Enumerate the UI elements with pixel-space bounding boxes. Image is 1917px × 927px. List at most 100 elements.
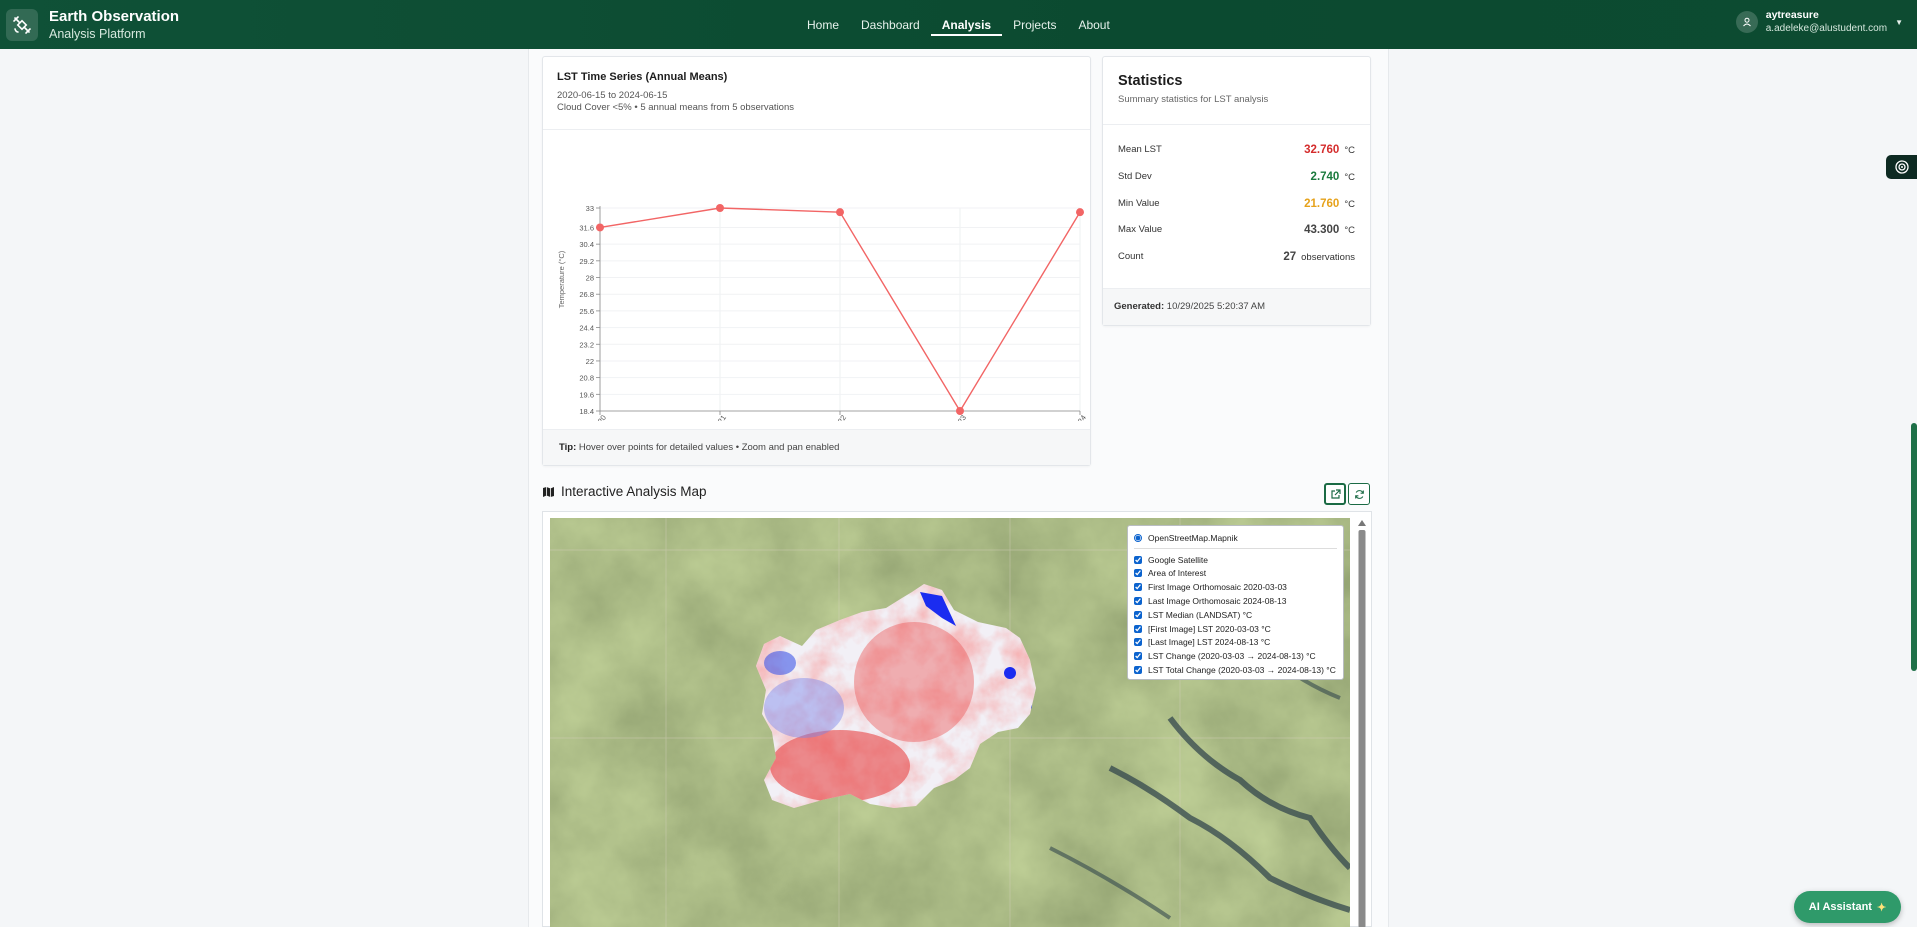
chart-tip: Tip: Hover over points for detailed valu… — [543, 429, 1090, 465]
base-layer-option[interactable]: OpenStreetMap.Mapnik — [1134, 531, 1337, 545]
nav-home[interactable]: Home — [796, 0, 850, 49]
brand-title: Earth Observation — [49, 7, 180, 25]
y-tick-label: 26.8 — [579, 290, 594, 299]
layer-label: Area of Interest — [1148, 568, 1207, 579]
brand-subtitle: Analysis Platform — [49, 26, 146, 41]
y-tick-label: 20.8 — [579, 374, 594, 383]
overlay-option[interactable]: LST Change (2020-03-03 → 2024-08-13) °C — [1134, 649, 1337, 663]
refresh-map-button[interactable] — [1348, 483, 1370, 505]
stat-value: 21.760 — [1304, 198, 1340, 210]
satellite-icon — [6, 8, 38, 41]
stat-mean: Mean LST 32.760 °C — [1118, 141, 1355, 157]
stat-label: Max Value — [1118, 223, 1163, 235]
lst-line-chart[interactable]: 33 31.6 30.4 29.2 28 26.8 25.6 24.4 23.2 22 20.8 19… — [543, 131, 1092, 421]
nav-about[interactable]: About — [1067, 0, 1120, 49]
overlay-checkbox[interactable] — [1134, 666, 1142, 675]
y-tick-label: 22 — [586, 357, 594, 366]
stat-unit: °C — [1344, 199, 1355, 210]
overlay-checkbox[interactable] — [1134, 583, 1142, 592]
user-email: a.adeleke@alustudent.com — [1765, 23, 1888, 34]
external-link-icon — [1330, 488, 1341, 499]
user-icon — [1735, 11, 1758, 33]
map-scrollbar[interactable] — [1357, 518, 1367, 927]
stat-value: 2.740 — [1310, 171, 1340, 183]
overlay-checkbox[interactable] — [1134, 638, 1142, 647]
nav-analysis[interactable]: Analysis — [930, 0, 1003, 49]
ai-assistant-button[interactable]: AI Assistant ✦ — [1794, 891, 1901, 923]
stat-value: 43.300 — [1304, 224, 1340, 236]
open-external-button[interactable] — [1324, 483, 1346, 505]
stat-label: Std Dev — [1118, 170, 1152, 182]
map-header: Interactive Analysis Map — [542, 484, 707, 499]
map-icon — [543, 486, 554, 497]
overlay-checkbox[interactable] — [1134, 569, 1142, 578]
overlay-checkbox[interactable] — [1134, 597, 1142, 606]
target-icon — [1894, 160, 1909, 174]
data-point — [1076, 208, 1084, 217]
layer-label: LST Change (2020-03-03 → 2024-08-13) °C — [1148, 651, 1316, 662]
overlay-option[interactable]: LST Median (LANDSAT) °C — [1134, 608, 1337, 622]
chevron-down-icon: ▼ — [1895, 17, 1903, 27]
stats-title: Statistics — [1118, 73, 1183, 89]
lst-chart-card: LST Time Series (Annual Means) 2020-06-1… — [542, 56, 1091, 466]
y-tick-label: 23.2 — [579, 340, 594, 349]
nav-dashboard[interactable]: Dashboard — [850, 0, 931, 49]
base-layer-radio[interactable] — [1134, 533, 1142, 542]
overlay-option[interactable]: LST Total Change (2020-03-03 → 2024-08-1… — [1134, 663, 1337, 677]
data-point — [716, 204, 724, 212]
x-tick-label: 2022 — [831, 413, 848, 421]
data-point — [596, 223, 604, 232]
refresh-icon — [1354, 489, 1364, 499]
overlay-option[interactable]: [First Image] LST 2020-03-03 °C — [1134, 622, 1337, 636]
stat-unit: °C — [1344, 172, 1355, 183]
tip-text: Hover over points for detailed values • … — [576, 442, 840, 453]
overlay-option[interactable]: Google Satellite — [1134, 553, 1337, 567]
brand[interactable]: Earth Observation Analysis Platform — [6, 8, 179, 42]
stat-label: Min Value — [1118, 197, 1160, 209]
stat-value: 27 — [1283, 251, 1297, 263]
layer-label: LST Median (LANDSAT) °C — [1148, 609, 1253, 620]
stat-stddev: Std Dev 2.740 °C — [1118, 168, 1355, 184]
stat-min: Min Value 21.760 °C — [1118, 195, 1355, 211]
stat-label: Mean LST — [1118, 143, 1162, 155]
layer-label: [Last Image] LST 2024-08-13 °C — [1148, 637, 1271, 648]
user-menu[interactable]: aytreasure a.adeleke@alustudent.com ▼ — [1735, 9, 1903, 35]
overlay-option[interactable]: Area of Interest — [1134, 567, 1337, 581]
main-content: LST Time Series (Annual Means) 2020-06-1… — [528, 49, 1389, 927]
overlay-checkbox[interactable] — [1134, 624, 1142, 633]
y-tick-label: 24.4 — [579, 324, 594, 333]
y-tick-label: 18.4 — [579, 407, 594, 416]
accessibility-tool-button[interactable] — [1886, 155, 1917, 179]
overlay-option[interactable]: First Image Orthomosaic 2020-03-03 — [1134, 580, 1337, 594]
tip-label: Tip: — [559, 442, 577, 453]
layer-label: First Image Orthomosaic 2020-03-03 — [1148, 582, 1287, 593]
stat-value: 32.760 — [1304, 144, 1340, 156]
layer-label: [First Image] LST 2020-03-03 °C — [1148, 623, 1271, 634]
y-tick-label: 29.2 — [579, 257, 594, 266]
overlay-option[interactable]: Last Image Orthomosaic 2024-08-13 — [1134, 594, 1337, 608]
y-axis-label: Temperature (°C) — [557, 250, 566, 308]
map-title: Interactive Analysis Map — [561, 484, 707, 499]
data-point — [956, 407, 964, 415]
layer-control: OpenStreetMap.Mapnik Google Satellite Ar… — [1127, 525, 1344, 680]
layer-label: LST Total Change (2020-03-03 → 2024-08-1… — [1148, 665, 1336, 676]
overlay-checkbox[interactable] — [1134, 652, 1142, 661]
y-tick-label: 31.6 — [579, 223, 594, 232]
overlay-checkbox[interactable] — [1134, 555, 1142, 564]
stat-label: Count — [1118, 250, 1144, 262]
stat-count: Count 27 observations — [1118, 248, 1355, 264]
overlay-checkbox[interactable] — [1134, 610, 1142, 619]
overlay-option[interactable]: [Last Image] LST 2024-08-13 °C — [1134, 636, 1337, 650]
stats-subtitle: Summary statistics for LST analysis — [1118, 94, 1269, 105]
stat-unit: °C — [1344, 145, 1355, 156]
nav-projects[interactable]: Projects — [1002, 0, 1067, 49]
main-nav: Home Dashboard Analysis Projects About — [796, 0, 1121, 49]
statistics-card: Statistics Summary statistics for LST an… — [1102, 56, 1371, 326]
stat-unit: observations — [1301, 252, 1355, 263]
layer-label: OpenStreetMap.Mapnik — [1148, 532, 1238, 543]
page-scrollbar[interactable] — [1911, 423, 1917, 671]
stat-unit: °C — [1344, 225, 1355, 236]
sparkle-icon: ✦ — [1876, 901, 1887, 914]
stat-max: Max Value 43.300 °C — [1118, 221, 1355, 237]
layer-label: Last Image Orthomosaic 2024-08-13 — [1148, 596, 1287, 607]
